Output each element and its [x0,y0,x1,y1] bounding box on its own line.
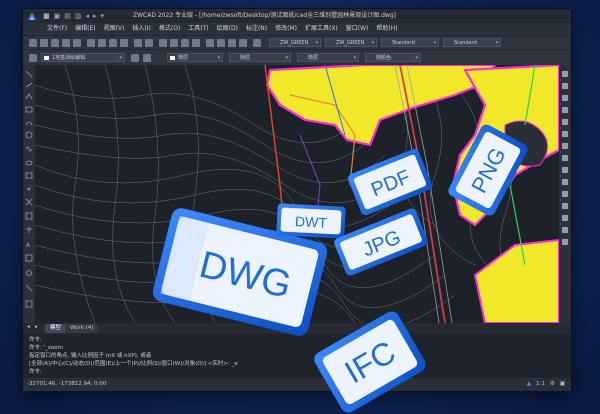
dwt-card: DWT [276,203,346,239]
card-label-dwt: DWT [295,213,328,231]
pdf-card: PDF [348,148,432,216]
ifc-card: IFC [314,311,426,413]
file-format-cards: DWG DWT PDF JPG PNG IFC [152,124,528,413]
jpg-card: JPG [334,208,428,276]
png-card: PNG [448,124,528,216]
